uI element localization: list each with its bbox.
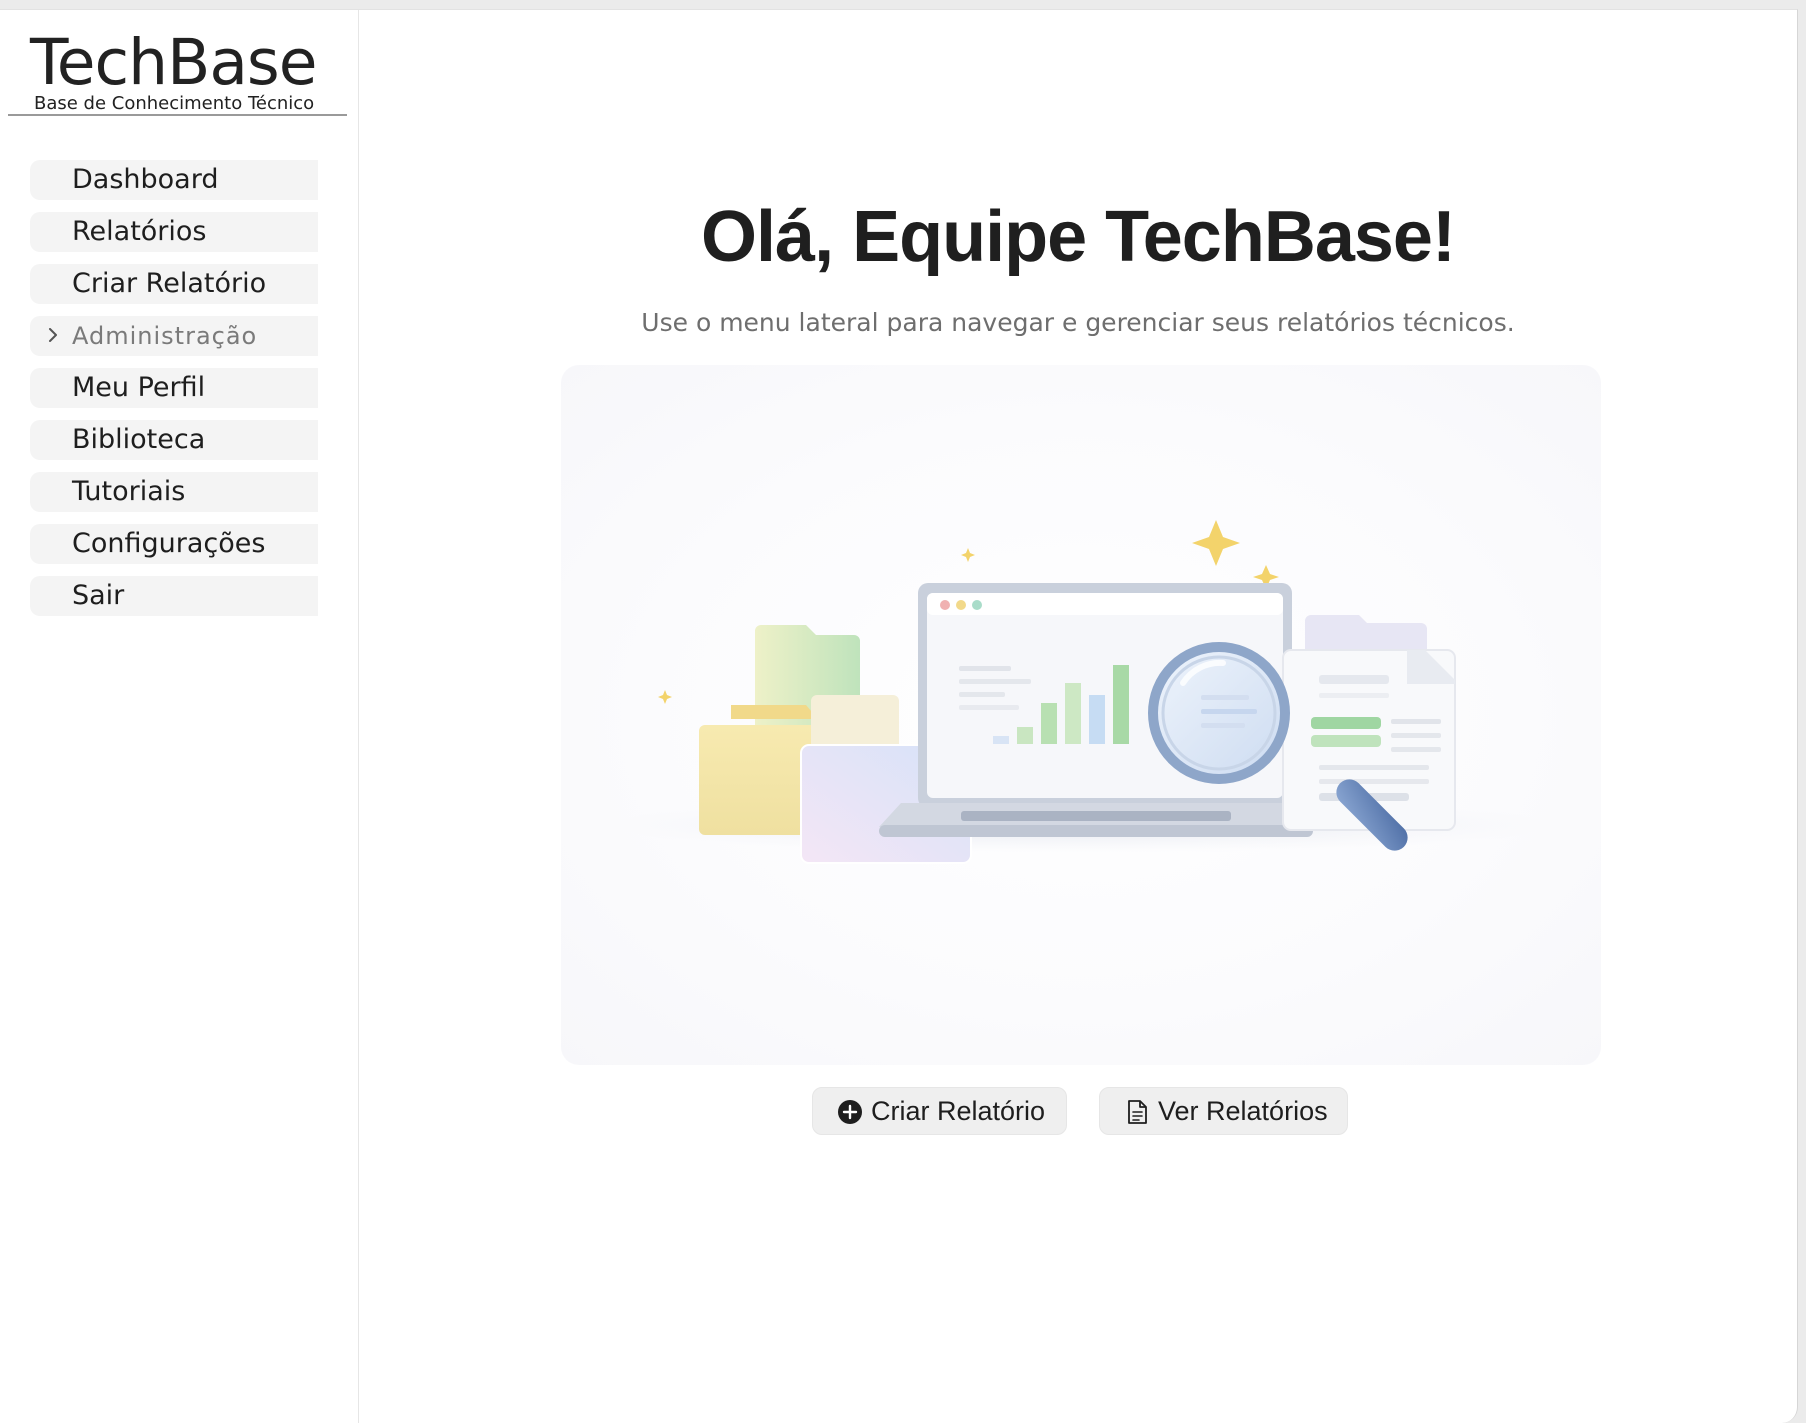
view-reports-label: Ver Relatórios bbox=[1158, 1096, 1328, 1126]
sidebar-item-label: Tutoriais bbox=[72, 476, 186, 507]
brand-title: TechBase bbox=[30, 26, 318, 99]
sidebar-item-label: Configurações bbox=[72, 528, 266, 559]
reports-analytics-illustration bbox=[561, 365, 1601, 1065]
create-report-label: Criar Relatório bbox=[871, 1096, 1046, 1126]
sidebar-item-meu-perfil[interactable]: Meu Perfil bbox=[30, 368, 318, 408]
brand-subtitle: Base de Conhecimento Técnico bbox=[34, 93, 315, 114]
page-subtitle: Use o menu lateral para navegar e gerenc… bbox=[641, 308, 1515, 337]
page-title: Olá, Equipe TechBase! bbox=[701, 197, 1456, 277]
create-report-button[interactable]: Criar Relatório bbox=[812, 1087, 1067, 1135]
sidebar-item-relatorios[interactable]: Relatórios bbox=[30, 212, 318, 252]
sidebar-item-label: Relatórios bbox=[72, 216, 207, 247]
view-reports-button[interactable]: Ver Relatórios bbox=[1099, 1087, 1348, 1135]
sidebar-item-biblioteca[interactable]: Biblioteca bbox=[30, 420, 318, 460]
sidebar-item-label: Meu Perfil bbox=[72, 372, 206, 403]
sidebar-item-label: Dashboard bbox=[72, 164, 219, 195]
document-icon bbox=[1128, 1100, 1147, 1124]
sidebar-item-dashboard[interactable]: Dashboard bbox=[30, 160, 318, 200]
sidebar-item-configuracoes[interactable]: Configurações bbox=[30, 524, 318, 564]
chevron-right-icon bbox=[49, 328, 57, 342]
sidebar-item-label: Sair bbox=[72, 580, 125, 611]
sidebar-item-tutoriais[interactable]: Tutoriais bbox=[30, 472, 318, 512]
sidebar: TechBase Base de Conhecimento Técnico Da… bbox=[0, 10, 359, 1423]
main-content: Olá, Equipe TechBase! Use o menu lateral… bbox=[359, 10, 1797, 1423]
sidebar-group-administracao[interactable]: Administração bbox=[30, 316, 318, 356]
sidebar-group-label: Administração bbox=[72, 322, 258, 350]
illustration-graphic bbox=[601, 520, 1561, 864]
plus-circle-icon bbox=[838, 1100, 862, 1124]
sidebar-item-sair[interactable]: Sair bbox=[30, 576, 318, 616]
sidebar-item-label: Biblioteca bbox=[72, 424, 206, 455]
app-window: TechBase Base de Conhecimento Técnico Da… bbox=[0, 9, 1798, 1423]
brand: TechBase Base de Conhecimento Técnico bbox=[8, 24, 347, 116]
sidebar-nav: Dashboard Relatórios Criar Relatório Adm… bbox=[30, 160, 318, 628]
sidebar-item-label: Criar Relatório bbox=[72, 268, 267, 299]
sidebar-item-criar-relatorio[interactable]: Criar Relatório bbox=[30, 264, 318, 304]
